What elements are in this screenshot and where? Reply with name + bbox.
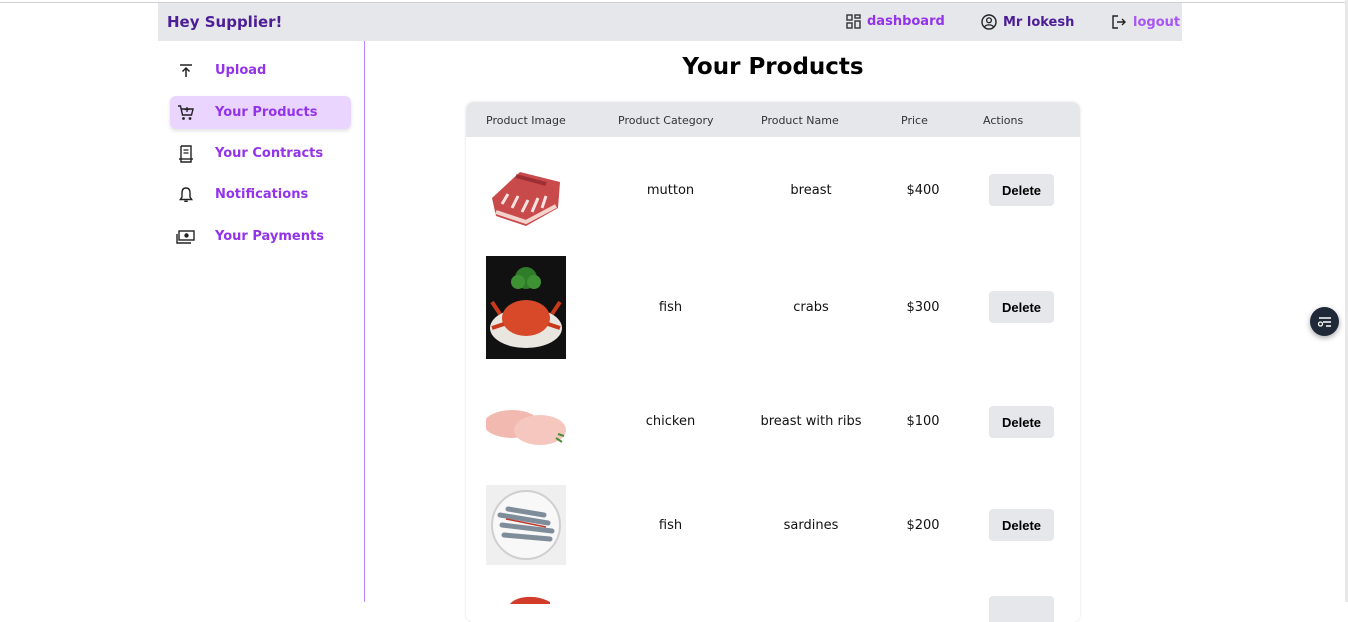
logout-label: logout xyxy=(1133,14,1181,30)
sidebar-item-your-payments[interactable]: Your Payments xyxy=(170,220,351,253)
column-header: Product Name xyxy=(761,114,839,127)
dashboard-icon xyxy=(846,14,861,29)
cell-price: $200 xyxy=(906,518,940,533)
dashboard-link[interactable]: dashboard xyxy=(846,14,945,29)
sidebar-item-your-products[interactable]: Your Products xyxy=(170,96,351,129)
product-image-partial xyxy=(510,596,550,604)
product-image-mutton xyxy=(486,154,566,234)
bell-icon xyxy=(175,184,197,206)
sidebar-item-upload[interactable]: Upload xyxy=(170,54,351,87)
sidebar: Upload Your Products Your Contracts Noti… xyxy=(158,41,365,602)
user-name: Mr lokesh xyxy=(1003,14,1075,30)
money-icon xyxy=(175,226,197,248)
cell-name: breast with ribs xyxy=(760,414,862,429)
column-header: Price xyxy=(901,114,928,127)
user-profile-link[interactable]: Mr lokesh xyxy=(981,14,1074,30)
cell-name: crabs xyxy=(793,300,829,315)
delete-button[interactable]: Delete xyxy=(989,406,1054,438)
column-header: Product Image xyxy=(486,114,566,127)
sidebar-item-label: Your Payments xyxy=(215,229,324,244)
sidebar-item-label: Upload xyxy=(215,63,267,78)
sidebar-item-label: Notifications xyxy=(215,187,309,202)
column-header: Actions xyxy=(983,114,1024,127)
sidebar-item-label: Your Products xyxy=(215,105,318,120)
page-title: Your Products xyxy=(682,54,864,80)
sidebar-item-your-contracts[interactable]: Your Contracts xyxy=(170,137,351,170)
cell-category: fish xyxy=(658,518,683,533)
cell-price: $100 xyxy=(906,414,940,429)
cell-category: mutton xyxy=(646,183,695,198)
upload-icon xyxy=(175,60,197,82)
floating-filter-button[interactable] xyxy=(1310,307,1339,336)
sidebar-item-label: Your Contracts xyxy=(215,146,324,161)
delete-button-partial[interactable] xyxy=(989,596,1054,622)
table-header: Product Image Product Category Product N… xyxy=(466,102,1080,137)
cell-price: $400 xyxy=(906,183,940,198)
products-table: Product Image Product Category Product N… xyxy=(466,102,1080,622)
delete-button[interactable]: Delete xyxy=(989,174,1054,206)
dashboard-label: dashboard xyxy=(867,14,945,29)
logout-link[interactable]: logout xyxy=(1111,14,1180,30)
logout-icon xyxy=(1112,15,1126,29)
contract-icon xyxy=(175,143,197,165)
cell-price: $300 xyxy=(906,300,940,315)
cell-name: breast xyxy=(790,183,832,198)
sidebar-item-notifications[interactable]: Notifications xyxy=(170,178,351,211)
top-header: Hey Supplier! dashboard Mr lokesh logout xyxy=(158,3,1182,41)
cell-name: sardines xyxy=(783,518,839,533)
brand-title: Hey Supplier! xyxy=(167,13,283,31)
filter-list-icon xyxy=(1317,316,1331,327)
cell-category: chicken xyxy=(645,414,696,429)
delete-button[interactable]: Delete xyxy=(989,291,1054,323)
delete-button[interactable]: Delete xyxy=(989,509,1054,541)
cell-category: fish xyxy=(658,300,683,315)
column-header: Product Category xyxy=(618,114,714,127)
product-image-crabs xyxy=(486,256,566,359)
cart-icon xyxy=(175,102,197,124)
user-circle-icon xyxy=(981,14,997,30)
product-image-chicken xyxy=(486,402,566,452)
product-image-sardines xyxy=(486,485,566,565)
